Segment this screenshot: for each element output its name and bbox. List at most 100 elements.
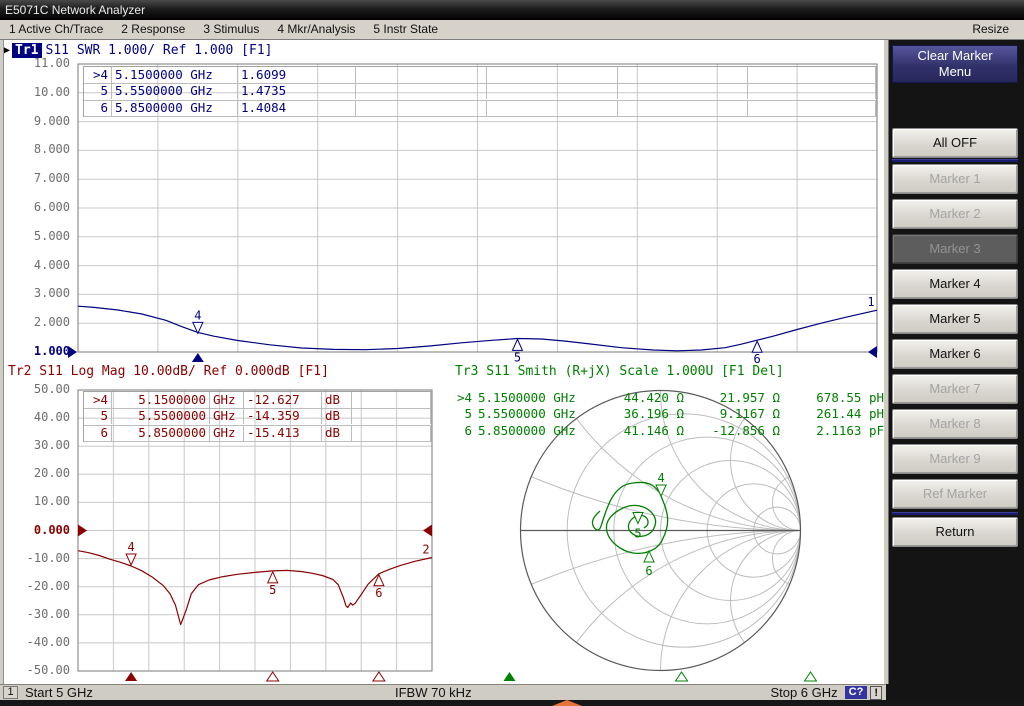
y-tick-label: -10.00 <box>27 551 70 565</box>
marker-table-cell: 6 <box>84 100 112 116</box>
marker-table-cell <box>748 83 876 99</box>
y-tick-label: -40.00 <box>27 635 70 649</box>
softkey-all-off[interactable]: All OFF <box>892 128 1018 158</box>
marker-table-cell: 6 <box>84 425 112 441</box>
marker-table-cell: 1.6099 <box>238 67 356 83</box>
marker-table-cell: dB <box>322 392 352 408</box>
marker-table-cell: >4 <box>84 392 112 408</box>
marker-table-row: 55.5500000GHz-14.359dB <box>84 408 431 425</box>
softkey-marker-6[interactable]: Marker 6 <box>892 339 1018 369</box>
y-tick-label: 10.00 <box>34 85 70 99</box>
softkey-marker-5[interactable]: Marker 5 <box>892 304 1018 334</box>
marker-table-cell: 1.4735 <box>238 83 356 99</box>
marker-table-cell: -15.413 <box>244 425 322 441</box>
marker-table-cell: 5.5500000 GHz <box>475 406 597 422</box>
marker-table-cell <box>748 100 876 116</box>
marker-table-cell: 6 <box>449 423 475 439</box>
marker-table-cell: 5.8500000 <box>112 425 210 441</box>
channel-number-box: 1 <box>3 686 18 699</box>
marker-table-row: 55.5500000 GHz1.4735 <box>84 83 876 100</box>
marker-table-cell <box>487 100 618 116</box>
marker-table-cell <box>618 67 748 83</box>
marker-table-row: >45.1500000 GHz1.6099 <box>84 67 876 84</box>
tr2-marker-table: >45.1500000GHz-12.627dB55.5500000GHz-14.… <box>83 391 432 442</box>
marker-table-cell: 5.5500000 <box>112 408 210 424</box>
correction-status-badge: C? <box>845 686 868 699</box>
y-tick-label: 40.00 <box>34 410 70 424</box>
marker-table-cell: 2.1163 pF <box>783 423 887 439</box>
menu-items: 1 Active Ch/Trace2 Response3 Stimulus4 M… <box>0 22 447 36</box>
menu-item-3[interactable]: 3 Stimulus <box>194 20 268 39</box>
alert-indicator: ! <box>870 686 882 700</box>
softkey-return[interactable]: Return <box>892 517 1018 547</box>
marker-table-cell: 44.420 Ω <box>597 390 687 406</box>
marker-table-row: 65.8500000GHz-15.413dB <box>84 425 431 442</box>
y-tick-label: 50.00 <box>34 382 70 396</box>
marker-table-cell: 5.1500000 GHz <box>475 390 597 406</box>
status-bar: 1 Start 5 GHz IFBW 70 kHz Stop 6 GHz C?! <box>0 684 886 700</box>
marker-table-cell: 1.4084 <box>238 100 356 116</box>
y-tick-label: -30.00 <box>27 607 70 621</box>
tr3-marker-table: >45.1500000 GHz44.420 Ω21.957 Ω678.55 pH… <box>449 390 887 439</box>
marker-table-cell: 5 <box>449 406 475 422</box>
menu-item-1[interactable]: 1 Active Ch/Trace <box>0 20 112 39</box>
marker-table-row: >45.1500000 GHz44.420 Ω21.957 Ω678.55 pH <box>449 390 887 406</box>
menu-item-5[interactable]: 5 Instr State <box>364 20 447 39</box>
tr1-marker-table: >45.1500000 GHz1.609955.5500000 GHz1.473… <box>83 66 877 117</box>
window-title: E5071C Network Analyzer <box>5 3 145 17</box>
y-tick-label: 1.000 <box>34 344 70 358</box>
softkey-menu-title-line2: Menu <box>893 64 1017 80</box>
resize-menu-item[interactable]: Resize <box>963 20 1018 39</box>
y-tick-label: 0.000 <box>34 523 70 537</box>
y-tick-label: 7.000 <box>34 171 70 185</box>
marker-table-cell: 5.8500000 GHz <box>112 100 238 116</box>
marker-table-cell: 41.146 Ω <box>597 423 687 439</box>
marker-table-cell: 5.5500000 GHz <box>112 83 238 99</box>
softkey-marker-3[interactable]: Marker 3 <box>892 234 1018 264</box>
marker-table-cell: 5.8500000 GHz <box>475 423 597 439</box>
softkey-marker-1: Marker 1 <box>892 164 1018 194</box>
y-tick-label: 11.00 <box>34 56 70 70</box>
marker-table-cell <box>356 83 487 99</box>
marker-table-cell: dB <box>322 425 352 441</box>
softkey-marker-4[interactable]: Marker 4 <box>892 269 1018 299</box>
bottom-edge-strip <box>0 700 1024 706</box>
marker-table-cell: GHz <box>210 392 244 408</box>
softkey-separator <box>892 159 1018 162</box>
marker-table-cell <box>487 83 618 99</box>
menu-item-4[interactable]: 4 Mkr/Analysis <box>268 20 364 39</box>
marker-table-cell: 5.1500000 GHz <box>112 67 238 83</box>
y-tick-label: 9.000 <box>34 114 70 128</box>
marker-table-cell: 21.957 Ω <box>687 390 783 406</box>
y-tick-label: 30.00 <box>34 438 70 452</box>
marker-table-cell <box>352 408 431 424</box>
y-tick-label: -20.00 <box>27 579 70 593</box>
menu-bar: 1 Active Ch/Trace2 Response3 Stimulus4 M… <box>0 20 1024 40</box>
marker-table-cell: -12.627 <box>244 392 322 408</box>
softkey-separator <box>892 512 1018 515</box>
status-right-group: Stop 6 GHz C?! <box>770 685 882 700</box>
marker-table-cell: 5 <box>84 83 112 99</box>
marker-table-cell <box>618 83 748 99</box>
y-tick-label: 2.000 <box>34 315 70 329</box>
y-tick-label: -50.00 <box>27 663 70 677</box>
marker-table-cell: 36.196 Ω <box>597 406 687 422</box>
tr1-header-text: S11 SWR 1.000/ Ref 1.000 [F1] <box>46 43 273 58</box>
marker-table-cell <box>748 67 876 83</box>
softkey-marker-9: Marker 9 <box>892 444 1018 474</box>
marker-table-cell <box>352 425 431 441</box>
start-frequency-label: Start 5 GHz <box>25 685 93 700</box>
marker-table-cell: 261.44 pH <box>783 406 887 422</box>
marker-table-cell: GHz <box>210 408 244 424</box>
menu-item-2[interactable]: 2 Response <box>112 20 194 39</box>
softkey-marker-8: Marker 8 <box>892 409 1018 439</box>
marker-table-cell: 9.1167 Ω <box>687 406 783 422</box>
ifbw-label: IFBW 70 kHz <box>395 685 472 700</box>
stop-frequency-label: Stop 6 GHz <box>770 685 837 700</box>
marker-table-row: 65.8500000 GHz1.4084 <box>84 100 876 117</box>
marker-table-cell: GHz <box>210 425 244 441</box>
tr3-header: Tr3 S11 Smith (R+jX) Scale 1.000U [F1 De… <box>455 364 784 379</box>
softkey-ref-marker: Ref Marker <box>892 479 1018 509</box>
marker-table-cell: -14.359 <box>244 408 322 424</box>
softkey-menu-title: Clear Marker Menu <box>892 45 1018 83</box>
